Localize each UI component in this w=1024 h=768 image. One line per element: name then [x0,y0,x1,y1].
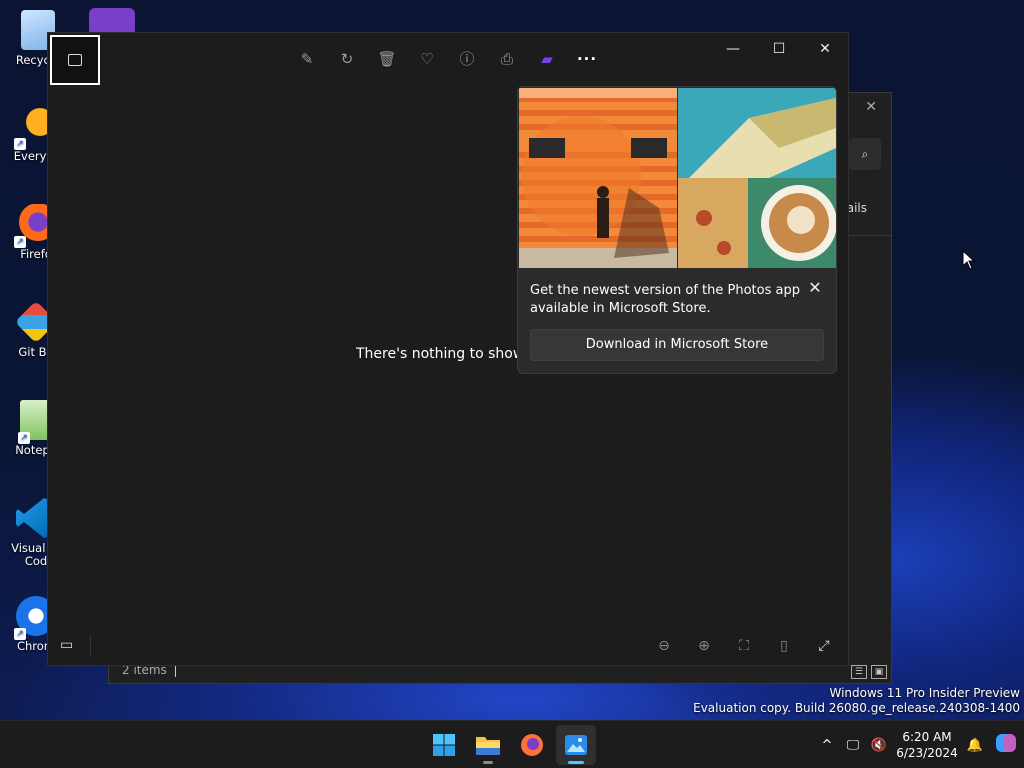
explorer-close-button[interactable]: ✕ [865,99,877,115]
update-message: Get the newest version of the Photos app… [530,283,800,316]
running-indicator [483,761,493,764]
photos-bottom-bar: ▭ ⊖ ⊕ ⛶ ▯ ⤢ [48,629,848,665]
rotate-icon[interactable]: ↻ [336,47,358,71]
print-icon[interactable]: ⎙ [496,47,518,71]
promo-banner-image [519,88,836,268]
photos-icon [565,735,587,755]
divider [174,664,176,677]
taskbar-apps [424,725,596,765]
active-indicator [568,761,584,764]
system-tray: ^ 🖵 🔇 6:20 AM 6/23/2024 🔔 [814,721,1024,768]
favorite-icon[interactable]: ♡ [416,47,438,71]
watermark-line: Windows 11 Pro Insider Preview [829,686,1020,700]
image-icon [68,54,82,66]
download-store-button[interactable]: Download in Microsoft Store [530,329,824,361]
watermark-line: Evaluation copy. Build 26080.ge_release.… [693,701,1020,715]
details-view-icon[interactable]: ☰ [851,665,867,679]
close-button[interactable]: ✕ [802,33,848,65]
explorer-details-tab[interactable]: ails [847,201,867,215]
maximize-button[interactable]: ☐ [756,33,802,65]
explorer-view-buttons: ☰ ▣ [847,659,887,679]
photos-app-button[interactable] [50,35,100,85]
minimize-button[interactable]: — [710,33,756,65]
divider [90,635,91,657]
edit-icon[interactable]: ✎ [296,47,318,71]
windows-watermark: Windows 11 Pro Insider Preview Evaluatio… [693,686,1020,716]
volume-muted-icon[interactable]: 🔇 [866,738,892,753]
filmstrip-icon[interactable]: ▭ [60,637,78,655]
mouse-cursor-icon [962,250,976,270]
clock-date: 6/23/2024 [896,746,958,760]
divider [847,235,891,236]
delete-icon[interactable]: 🗑 [376,47,398,71]
actual-size-icon[interactable]: ⛶ [730,635,758,657]
photos-toolbar: ✎ ↻ 🗑 ♡ ⓘ ⎙ ▰ ··· [296,47,598,71]
start-icon [433,734,455,756]
firefox-icon [521,734,543,756]
shortcut-arrow-icon: ↗ [14,628,26,640]
flyout-close-button[interactable]: ✕ [806,279,824,297]
network-icon[interactable]: 🖵 [840,738,866,753]
clipchamp-icon[interactable]: ▰ [536,47,558,71]
search-icon: ⌕ [861,147,869,161]
explorer-search-button[interactable]: ⌕ [849,138,881,170]
zoom-in-icon[interactable]: ⊕ [690,635,718,657]
start-button[interactable] [424,725,464,765]
taskbar-file-explorer[interactable] [468,725,508,765]
notification-bell-icon[interactable]: 🔔 [962,738,988,753]
shortcut-arrow-icon: ↗ [14,236,26,248]
taskbar-clock[interactable]: 6:20 AM 6/23/2024 [892,729,962,761]
shortcut-arrow-icon: ↗ [14,138,26,150]
taskbar-firefox[interactable] [512,725,552,765]
taskbar: ^ 🖵 🔇 6:20 AM 6/23/2024 🔔 [0,720,1024,768]
more-icon[interactable]: ··· [576,47,598,71]
shortcut-arrow-icon: ↗ [18,432,30,444]
chevron-up-icon[interactable]: ^ [814,738,840,753]
copilot-icon[interactable] [988,733,1024,757]
window-controls: — ☐ ✕ [710,33,848,65]
fit-to-window-icon[interactable]: ▯ [770,635,798,657]
store-update-flyout[interactable]: Get the newest version of the Photos app… [517,86,837,374]
clock-time: 6:20 AM [902,730,952,744]
zoom-out-icon[interactable]: ⊖ [650,635,678,657]
taskbar-photos[interactable] [556,725,596,765]
tiles-view-icon[interactable]: ▣ [871,665,887,679]
fullscreen-icon[interactable]: ⤢ [810,635,838,657]
file-explorer-icon [476,737,500,755]
info-icon[interactable]: ⓘ [456,47,478,71]
